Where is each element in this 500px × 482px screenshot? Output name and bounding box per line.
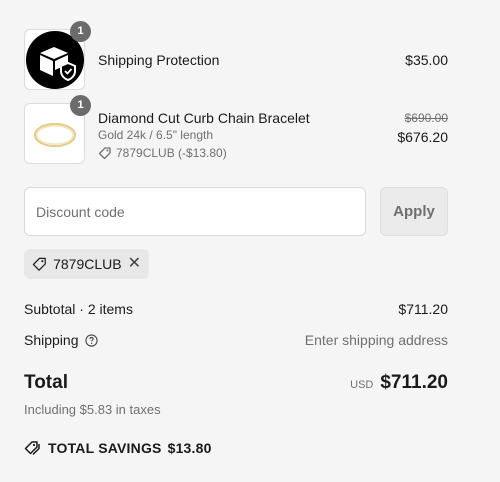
item-price: $676.20 (397, 129, 448, 145)
item-name: Diamond Cut Curb Chain Bracelet (98, 110, 310, 126)
item-discount-label: 7879CLUB (-$13.80) (116, 146, 227, 160)
shipping-value: Enter shipping address (304, 332, 448, 348)
quantity-badge: 1 (70, 21, 91, 42)
quantity-badge: 1 (70, 95, 91, 116)
apply-button[interactable]: Apply (380, 187, 448, 236)
line-item-shipping-protection: 1 Shipping Protection $35.00 (24, 21, 448, 95)
remove-code-close-icon[interactable]: ✕ (128, 256, 141, 272)
applied-discount-chip: 7879CLUB ✕ (24, 249, 149, 279)
total-amount-group: USD $711.20 (350, 372, 448, 394)
item-discount: 7879CLUB (-$13.80) (98, 146, 227, 160)
shipping-row: Shipping Enter shipping address (24, 332, 448, 352)
item-price: $35.00 (405, 52, 448, 68)
currency-code: USD (350, 379, 374, 391)
total-amount: $711.20 (380, 372, 448, 393)
shipping-label: Shipping (24, 332, 79, 348)
help-icon[interactable] (84, 333, 98, 347)
subtotal-label: Subtotal · 2 items (24, 301, 133, 317)
subtotal-row: Subtotal · 2 items $711.20 (24, 301, 448, 321)
applied-code-label: 7879CLUB (53, 256, 122, 272)
discount-form: Apply (24, 187, 448, 236)
savings-label: TOTAL SAVINGS (48, 440, 162, 456)
line-item-bracelet: 1 Diamond Cut Curb Chain Bracelet Gold 2… (24, 95, 448, 169)
tag-icon (32, 257, 46, 271)
shipping-label-group: Shipping (24, 332, 98, 348)
total-savings: TOTAL SAVINGS $13.80 (24, 440, 212, 456)
subtotal-value: $711.20 (398, 301, 448, 317)
item-variant: Gold 24k / 6.5" length (98, 128, 214, 142)
item-original-price: $690.00 (404, 111, 448, 125)
total-label: Total (24, 372, 68, 393)
savings-value: $13.80 (167, 440, 212, 456)
taxes-note: Including $5.83 in taxes (24, 402, 161, 417)
tags-icon (24, 441, 40, 456)
item-name: Shipping Protection (98, 52, 220, 68)
tag-icon (98, 147, 111, 160)
discount-code-input[interactable] (24, 187, 366, 236)
